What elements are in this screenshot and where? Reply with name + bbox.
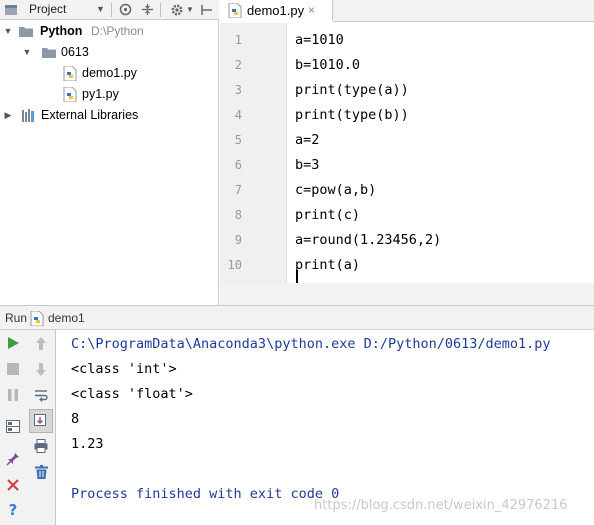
expanded-arrow-icon[interactable]: ▼ xyxy=(3,21,13,42)
pin-icon[interactable] xyxy=(3,449,23,469)
folder-name: 0613 xyxy=(61,45,89,59)
close-icon[interactable]: × xyxy=(308,0,315,21)
run-config-name[interactable]: demo1 xyxy=(48,306,85,330)
code-line[interactable]: print(type(b)) xyxy=(295,103,409,128)
project-root-path: D:\Python xyxy=(91,24,144,38)
external-libraries-label: External Libraries xyxy=(41,108,139,122)
editor-tab-bar: demo1.py × xyxy=(220,0,594,22)
locate-icon[interactable] xyxy=(119,0,132,20)
folder-icon xyxy=(42,48,56,58)
pause-icon[interactable] xyxy=(3,385,23,405)
close-icon[interactable] xyxy=(3,475,23,495)
line-number: 7 xyxy=(234,183,242,197)
line-number: 8 xyxy=(234,208,242,222)
folder-icon xyxy=(19,27,33,37)
code-line[interactable]: b=3 xyxy=(295,153,319,178)
file-name: py1.py xyxy=(82,87,119,101)
line-number: 3 xyxy=(234,83,242,97)
tree-row-project-root[interactable]: ▼ Python D:\Python xyxy=(0,21,219,42)
python-file-icon xyxy=(63,87,77,102)
gear-icon[interactable] xyxy=(170,0,184,20)
help-icon[interactable]: ? xyxy=(3,500,23,520)
line-number: 10 xyxy=(227,258,242,272)
console-output-line: 1.23 xyxy=(71,436,104,452)
project-panel: Project ▼ ▼ ▼ Python D:\Python ▼ 0613 de… xyxy=(0,0,219,305)
stop-icon[interactable] xyxy=(3,359,23,379)
scroll-to-end-icon[interactable] xyxy=(29,409,53,433)
line-number: 2 xyxy=(234,58,242,72)
run-console[interactable]: C:\ProgramData\Anaconda3\python.exe D:/P… xyxy=(56,330,594,525)
project-view-icon[interactable] xyxy=(4,0,18,20)
trash-icon[interactable] xyxy=(31,462,51,482)
python-file-icon xyxy=(228,3,242,18)
toolbar-divider xyxy=(111,3,112,17)
line-number: 6 xyxy=(234,158,242,172)
project-root-name: Python xyxy=(40,24,83,38)
line-number: 1 xyxy=(234,33,242,47)
line-number-gutter: 1 2 3 4 5 6 7 8 9 10 xyxy=(220,23,287,283)
tab-label: demo1.py xyxy=(247,3,305,18)
code-line[interactable]: a=round(1.23456,2) xyxy=(295,228,441,253)
code-editor[interactable]: demo1.py × 1 2 3 4 5 6 7 8 9 10 a=1010 b=1010.0 pri… xyxy=(220,0,594,305)
hide-panel-icon[interactable] xyxy=(201,0,213,20)
python-file-icon xyxy=(30,311,44,326)
tree-row-folder[interactable]: ▼ 0613 xyxy=(0,42,219,63)
console-output-line: 8 xyxy=(71,411,80,427)
tree-row-external-libraries[interactable]: ▶ External Libraries xyxy=(0,105,219,126)
run-tool-window-header: Run demo1 xyxy=(0,305,594,330)
run-label: Run xyxy=(5,311,28,325)
chevron-down-icon[interactable]: ▼ xyxy=(186,0,194,20)
code-line[interactable]: c=pow(a,b) xyxy=(295,178,376,203)
project-toolbar: Project ▼ ▼ xyxy=(0,0,219,20)
console-output-line: <class 'float'> xyxy=(71,386,193,402)
project-view-label[interactable]: Project xyxy=(29,0,66,20)
console-command-line: C:\ProgramData\Anaconda3\python.exe D:/P… xyxy=(71,336,551,352)
tree-row-file[interactable]: demo1.py xyxy=(0,63,219,84)
code-line[interactable]: a=2 xyxy=(295,128,319,153)
chevron-down-icon[interactable]: ▼ xyxy=(96,0,105,20)
python-file-icon xyxy=(63,66,77,81)
line-number: 9 xyxy=(234,233,242,247)
line-number: 5 xyxy=(234,133,242,147)
library-icon xyxy=(22,109,34,122)
text-cursor xyxy=(296,270,298,283)
collapse-all-icon[interactable] xyxy=(141,0,154,20)
console-exit-message: Process finished with exit code 0 xyxy=(71,486,340,502)
code-line[interactable]: b=1010.0 xyxy=(295,53,360,78)
layout-icon[interactable] xyxy=(3,416,23,436)
collapsed-arrow-icon[interactable]: ▶ xyxy=(3,105,13,126)
tab-demo1[interactable]: demo1.py × xyxy=(220,0,333,22)
run-toolbar: ? xyxy=(0,330,56,525)
toolbar-divider xyxy=(160,3,161,17)
expanded-arrow-icon[interactable]: ▼ xyxy=(22,42,32,63)
console-output-line: <class 'int'> xyxy=(71,361,177,377)
arrow-up-icon[interactable] xyxy=(31,333,51,353)
editor-bottom-strip xyxy=(220,283,594,305)
code-line[interactable]: print(a) xyxy=(295,253,360,278)
arrow-down-icon[interactable] xyxy=(31,359,51,379)
print-icon[interactable] xyxy=(31,436,51,456)
code-line[interactable]: a=1010 xyxy=(295,28,344,53)
code-line[interactable]: print(c) xyxy=(295,203,360,228)
line-number: 4 xyxy=(234,108,242,122)
run-icon[interactable] xyxy=(3,333,23,353)
watermark: https://blog.csdn.net/weixin_42976216 xyxy=(314,498,568,513)
tree-row-file[interactable]: py1.py xyxy=(0,84,219,105)
soft-wrap-icon[interactable] xyxy=(31,385,51,405)
file-name: demo1.py xyxy=(82,66,137,80)
code-line[interactable]: print(type(a)) xyxy=(295,78,409,103)
